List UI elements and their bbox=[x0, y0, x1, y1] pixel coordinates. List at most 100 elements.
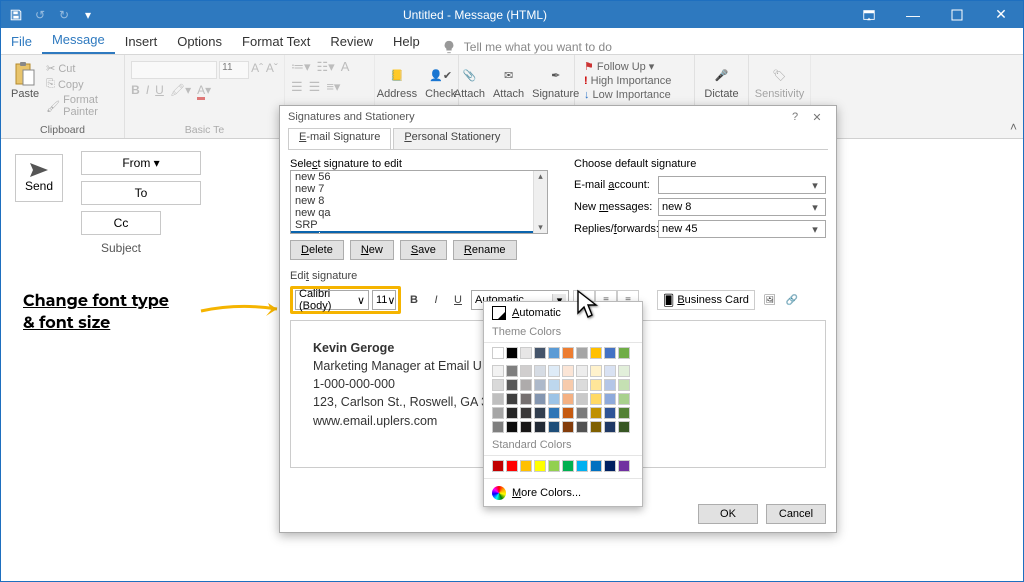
signature-list-item[interactable]: new 7 bbox=[291, 183, 547, 195]
tell-me-search[interactable]: Tell me what you want to do bbox=[430, 40, 612, 54]
outdent-button[interactable]: ☰ bbox=[309, 79, 321, 95]
save-icon[interactable] bbox=[7, 6, 25, 24]
font-size-combo[interactable]: 11 bbox=[219, 61, 249, 79]
color-swatch[interactable] bbox=[604, 460, 616, 472]
color-swatch[interactable] bbox=[492, 421, 504, 433]
tab-file[interactable]: File bbox=[1, 29, 42, 54]
color-swatch[interactable] bbox=[562, 407, 574, 419]
send-button[interactable]: Send bbox=[15, 154, 63, 202]
color-swatch[interactable] bbox=[520, 393, 532, 405]
tab-insert[interactable]: Insert bbox=[115, 29, 168, 54]
color-swatch[interactable] bbox=[590, 393, 602, 405]
color-swatch[interactable] bbox=[618, 407, 630, 419]
paste-button[interactable]: Paste bbox=[7, 59, 43, 119]
color-swatch[interactable] bbox=[562, 460, 574, 472]
qat-customize-icon[interactable]: ▾ bbox=[79, 6, 97, 24]
to-button[interactable]: To bbox=[81, 181, 201, 205]
signature-list-item[interactable]: new 8 bbox=[291, 195, 547, 207]
color-swatch[interactable] bbox=[576, 347, 588, 359]
color-swatch[interactable] bbox=[506, 379, 518, 391]
save-button[interactable]: Save bbox=[400, 240, 447, 260]
color-swatch[interactable] bbox=[548, 365, 560, 377]
color-swatch[interactable] bbox=[562, 393, 574, 405]
color-swatch[interactable] bbox=[562, 421, 574, 433]
align-button[interactable]: ≡▾ bbox=[326, 79, 340, 95]
color-swatch[interactable] bbox=[492, 347, 504, 359]
numbering-button[interactable]: ☷▾ bbox=[317, 59, 335, 75]
color-swatch[interactable] bbox=[590, 460, 602, 472]
signature-list-item[interactable]: yuval bbox=[291, 231, 547, 234]
replies-combo[interactable]: new 45▾ bbox=[658, 220, 826, 238]
color-swatch[interactable] bbox=[618, 347, 630, 359]
collapse-ribbon-button[interactable]: ˄ bbox=[1010, 120, 1017, 134]
bullets-button[interactable]: ≔▾ bbox=[291, 59, 311, 75]
tab-personal-stationery[interactable]: Personal Stationery bbox=[393, 128, 511, 149]
tab-format-text[interactable]: Format Text bbox=[232, 29, 320, 54]
dialog-help-button[interactable]: ? bbox=[784, 106, 806, 128]
italic-button[interactable]: I bbox=[427, 290, 445, 310]
ribbon-display-options-icon[interactable] bbox=[847, 1, 891, 28]
color-swatch[interactable] bbox=[548, 421, 560, 433]
color-swatch[interactable] bbox=[590, 347, 602, 359]
color-swatch[interactable] bbox=[604, 347, 616, 359]
signature-list-item[interactable]: new 56 bbox=[291, 171, 547, 183]
color-swatch[interactable] bbox=[534, 347, 546, 359]
bold-button[interactable]: B bbox=[405, 290, 423, 310]
color-swatch[interactable] bbox=[506, 347, 518, 359]
insert-link-button[interactable]: 🔗 bbox=[781, 290, 803, 310]
color-swatch[interactable] bbox=[506, 421, 518, 433]
from-button[interactable]: From ▾ bbox=[81, 151, 201, 175]
color-swatch[interactable] bbox=[548, 407, 560, 419]
bold-button[interactable]: B bbox=[131, 83, 140, 97]
color-swatch[interactable] bbox=[520, 365, 532, 377]
cc-button[interactable]: Cc bbox=[81, 211, 161, 235]
tab-email-signature[interactable]: E-mail Signature bbox=[288, 128, 391, 149]
color-swatch[interactable] bbox=[506, 365, 518, 377]
color-swatch[interactable] bbox=[618, 421, 630, 433]
low-importance-button[interactable]: ↓Low Importance bbox=[581, 88, 674, 102]
color-swatch[interactable] bbox=[590, 365, 602, 377]
signature-listbox[interactable]: new 56new 7new 8new qaSRPyuval ▴▾ bbox=[290, 170, 548, 234]
cut-button[interactable]: ✂Cut bbox=[43, 61, 118, 76]
color-swatch[interactable] bbox=[534, 460, 546, 472]
color-swatch[interactable] bbox=[534, 365, 546, 377]
color-swatch[interactable] bbox=[506, 407, 518, 419]
scrollbar[interactable]: ▴▾ bbox=[533, 171, 547, 233]
color-swatch[interactable] bbox=[604, 421, 616, 433]
email-account-combo[interactable]: ▾ bbox=[658, 176, 826, 194]
color-swatch[interactable] bbox=[604, 365, 616, 377]
tab-message[interactable]: Message bbox=[42, 27, 115, 54]
undo-icon[interactable]: ↺ bbox=[31, 6, 49, 24]
color-swatch[interactable] bbox=[618, 460, 630, 472]
underline-button[interactable]: U bbox=[155, 83, 164, 97]
highlight-button[interactable]: 🖍▾ bbox=[170, 83, 191, 97]
color-swatch[interactable] bbox=[548, 379, 560, 391]
minimize-button[interactable]: ― bbox=[891, 1, 935, 28]
color-swatch[interactable] bbox=[590, 407, 602, 419]
color-swatch[interactable] bbox=[492, 407, 504, 419]
color-swatch[interactable] bbox=[534, 379, 546, 391]
high-importance-button[interactable]: !High Importance bbox=[581, 74, 674, 88]
attach-file-button[interactable]: 📎Attach bbox=[450, 59, 489, 102]
maximize-button[interactable] bbox=[935, 1, 979, 28]
color-swatch[interactable] bbox=[506, 460, 518, 472]
color-swatch[interactable] bbox=[520, 421, 532, 433]
color-swatch[interactable] bbox=[534, 407, 546, 419]
redo-icon[interactable]: ↻ bbox=[55, 6, 73, 24]
color-swatch[interactable] bbox=[548, 460, 560, 472]
italic-button[interactable]: I bbox=[146, 83, 149, 97]
follow-up-button[interactable]: ⚑Follow Up ▾ bbox=[581, 59, 657, 74]
color-swatch[interactable] bbox=[590, 379, 602, 391]
business-card-button[interactable]: 🂠 Business Card bbox=[657, 290, 755, 310]
tab-help[interactable]: Help bbox=[383, 29, 430, 54]
color-swatch[interactable] bbox=[548, 347, 560, 359]
tab-review[interactable]: Review bbox=[320, 29, 383, 54]
color-swatch[interactable] bbox=[548, 393, 560, 405]
color-swatch[interactable] bbox=[534, 393, 546, 405]
color-swatch[interactable] bbox=[604, 407, 616, 419]
copy-button[interactable]: ⎘Copy bbox=[43, 77, 118, 92]
rename-button[interactable]: Rename bbox=[453, 240, 517, 260]
color-swatch[interactable] bbox=[520, 379, 532, 391]
color-swatch[interactable] bbox=[576, 421, 588, 433]
color-swatch[interactable] bbox=[534, 421, 546, 433]
